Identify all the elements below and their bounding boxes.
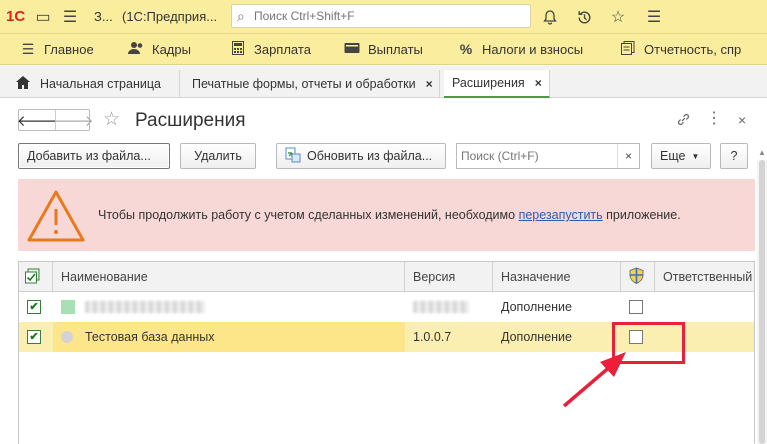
redacted-version [413,301,469,313]
active-cell[interactable]: ✔ [19,292,53,322]
annotation-highlight-box [612,322,685,364]
warning-icon [26,189,86,246]
favorite-star-icon[interactable]: ☆ [103,108,120,131]
extension-state-icon [61,300,75,314]
responsible-column-header[interactable]: Ответственный [655,262,754,292]
safe-mode-cell[interactable] [621,292,655,322]
tab-home[interactable]: Начальная страница [8,70,180,98]
checkbox-list-icon [25,268,41,287]
link-icon[interactable] [676,112,691,130]
warning-text-start: Чтобы продолжить работу с учетом сделанн… [98,208,519,222]
table-header: Наименование Версия Назначение Ответстве… [19,262,754,292]
home-icon [16,76,30,92]
extension-state-icon [61,331,73,343]
tab-label: Печатные формы, отчеты и обработки [192,77,416,91]
close-icon[interactable]: × [738,112,746,128]
update-label: Обновить из файла... [307,149,433,163]
version-cell [405,292,493,322]
extension-name: Тестовая база данных [85,330,215,344]
open-windows-tabs: Начальная страница Печатные формы, отчет… [0,66,767,98]
version-cell: 1.0.0.7 [413,330,452,344]
search-icon: ⌕ [237,8,245,24]
scrollbar-thumb[interactable] [759,160,765,444]
name-cell [53,292,405,322]
close-icon[interactable]: × [535,76,542,90]
list-search-input[interactable] [461,149,611,163]
restart-link[interactable]: перезапустить [519,208,603,222]
active-cell[interactable]: ✔ [19,322,53,352]
clear-search-icon[interactable]: × [617,144,639,168]
purpose-cell: Дополнение [501,300,572,314]
menu-icon[interactable]: ☰ [60,7,80,27]
bell-icon[interactable] [540,7,560,27]
history-icon[interactable] [574,7,594,27]
tab-print-forms[interactable]: Печатные формы, отчеты и обработки × [184,70,440,98]
title-bar: 1С ▭ ☰ З... (1С:Предприя... ⌕ ☆ ☰ [0,0,767,34]
section-label: Налоги и взносы [482,41,584,57]
list-search-field[interactable]: × [456,143,640,169]
section-label: Зарплата [254,42,311,57]
section-label: Кадры [152,42,191,57]
warning-message: Чтобы продолжить работу с учетом сделанн… [98,208,681,222]
section-payments[interactable]: Выплаты [344,41,423,57]
update-icon [285,147,301,166]
section-label: Отчетность, спр [644,42,742,57]
dropdown-arrow-icon: ▼ [691,151,700,161]
global-search-field[interactable]: ⌕ [231,4,531,28]
window-title-short: З... [94,9,113,24]
section-main[interactable]: ☰ Главное [20,41,94,58]
section-taxes[interactable]: % Налоги и взносы [458,41,583,57]
section-label: Главное [44,42,94,57]
window-title-app: (1С:Предприя... [122,9,218,24]
section-label: Выплаты [368,41,423,57]
name-cell: Тестовая база данных [53,322,405,352]
tab-label: Начальная страница [40,77,161,91]
section-hr[interactable]: Кадры [128,41,191,58]
table-row[interactable]: ✔ Дополнение [19,292,754,322]
vertical-scrollbar[interactable]: ▲ [757,148,767,444]
shield-icon [629,267,644,287]
history-nav-buttons: 🡐 🡒 [17,109,94,131]
section-panel: ☰ Главное Кадры Зарплата Выплаты % Налог… [0,34,767,65]
restart-warning-banner: Чтобы продолжить работу с учетом сделанн… [18,179,755,251]
section-salary[interactable]: Зарплата [230,41,311,58]
favorites-star-icon[interactable]: ☆ [608,7,628,27]
active-column-header[interactable] [19,262,53,292]
add-from-file-button[interactable]: Добавить из файла... [18,143,170,169]
purpose-column-header[interactable]: Назначение [493,262,621,292]
section-reports[interactable]: Отчетность, спр [620,41,741,58]
tab-label: Расширения [452,76,525,90]
percent-icon: % [459,41,473,57]
menu-grid-icon[interactable]: ▭ [33,7,53,27]
more-label: Еще [660,149,686,163]
hamburger-icon[interactable]: ☰ [644,7,664,27]
menu-icon: ☰ [21,41,35,57]
app-logo: 1С [6,8,26,25]
reports-icon [620,41,636,58]
redacted-name [85,301,205,313]
help-button[interactable]: ? [720,143,748,169]
scroll-up-icon[interactable]: ▲ [758,148,766,157]
close-icon[interactable]: × [426,77,433,91]
people-icon [128,41,144,58]
version-column-header[interactable]: Версия [405,262,493,292]
tab-extensions[interactable]: Расширения × [444,70,550,98]
active-checkbox[interactable]: ✔ [27,330,41,344]
active-checkbox[interactable]: ✔ [27,300,41,314]
more-vertical-icon[interactable]: ⋮ [706,108,722,128]
purpose-cell: Дополнение [501,330,572,344]
more-actions-button[interactable]: Еще ▼ [651,143,711,169]
forward-arrow-icon[interactable]: 🡒 [53,110,94,130]
update-from-file-button[interactable]: Обновить из файла... [276,143,446,169]
wallet-icon [344,41,360,57]
name-column-header[interactable]: Наименование [53,262,405,292]
warning-text-end: приложение. [602,208,681,222]
global-search-input[interactable] [254,8,524,24]
page-title: Расширения [135,110,246,131]
back-arrow-icon[interactable]: 🡐 [17,110,57,130]
safe-mode-column-header[interactable] [621,262,655,292]
calculator-icon [230,41,246,58]
delete-button[interactable]: Удалить [180,143,256,169]
safe-mode-checkbox[interactable] [629,300,643,314]
